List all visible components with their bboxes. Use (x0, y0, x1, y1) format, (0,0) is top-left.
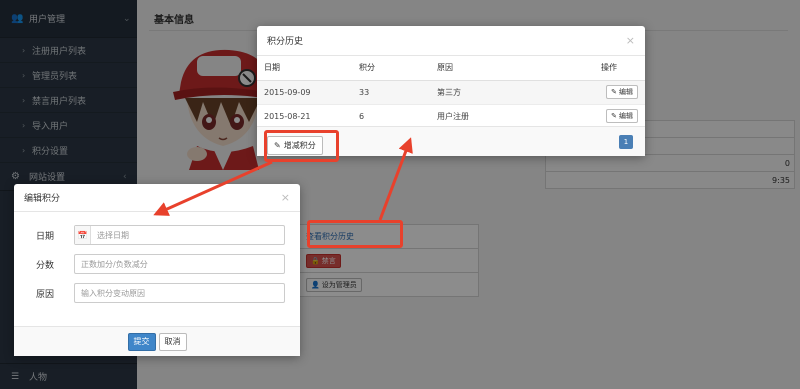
pencil-icon: ✎ (611, 88, 617, 96)
annotation-box-view-history (307, 220, 403, 248)
date-input[interactable]: 📅 选择日期 (74, 225, 285, 245)
date-placeholder: 选择日期 (97, 230, 129, 240)
form-row-points: 分数 正数加分/负数减分 (14, 254, 300, 274)
edit-button-label: 编辑 (619, 112, 633, 120)
edit-points-modal: 编辑积分 × 日期 📅 选择日期 分数 正数加分/负数减分 原因 输入积分变动原… (14, 184, 300, 356)
modal-title: 编辑积分 (24, 194, 61, 204)
close-icon[interactable]: × (626, 34, 635, 47)
pencil-icon: ✎ (611, 112, 617, 120)
column-header: 原因 (430, 56, 575, 81)
date-label: 日期 (36, 231, 55, 242)
reason-input[interactable]: 输入积分变动原因 (74, 283, 285, 303)
edit-button[interactable]: ✎ 编辑 (606, 109, 638, 123)
close-icon[interactable]: × (281, 191, 290, 204)
points-input[interactable]: 正数加分/负数减分 (74, 254, 285, 274)
column-header: 日期 (257, 56, 352, 81)
submit-button[interactable]: 提交 (127, 332, 156, 351)
modal-title: 积分历史 (267, 37, 304, 47)
cell-points: 6 (352, 104, 430, 129)
modal-header: 编辑积分 × (14, 184, 300, 212)
column-header: 操作 (575, 56, 645, 81)
cell-reason: 第三方 (430, 80, 575, 105)
cell-reason: 用户注册 (430, 104, 575, 129)
cancel-button[interactable]: 取消 (158, 332, 187, 351)
table-row: 2015-09-09 33 第三方 ✎ 编辑 (257, 80, 645, 105)
cell-points: 33 (352, 80, 430, 105)
points-history-table: 日期 积分 原因 操作 2015-09-09 33 第三方 ✎ 编辑 2015-… (257, 56, 645, 129)
modal-header: 积分历史 × (257, 26, 645, 56)
calendar-icon[interactable]: 📅 (75, 226, 91, 244)
edit-button[interactable]: ✎ 编辑 (606, 85, 638, 99)
table-header-row: 日期 积分 原因 操作 (257, 56, 645, 81)
table-row: 2015-08-21 6 用户注册 ✎ 编辑 (257, 104, 645, 129)
modal-footer: 提交 取消 (14, 326, 300, 356)
edit-button-label: 编辑 (619, 88, 633, 96)
column-header: 积分 (352, 56, 430, 81)
pagination-page-1[interactable]: 1 (619, 135, 633, 149)
form-row-date: 日期 📅 选择日期 (14, 225, 300, 245)
cell-date: 2015-09-09 (257, 80, 352, 105)
points-label: 分数 (36, 260, 55, 271)
form-row-reason: 原因 输入积分变动原因 (14, 283, 300, 303)
reason-label: 原因 (36, 289, 55, 300)
cell-date: 2015-08-21 (257, 104, 352, 129)
annotation-box-adjust-points (264, 130, 339, 162)
